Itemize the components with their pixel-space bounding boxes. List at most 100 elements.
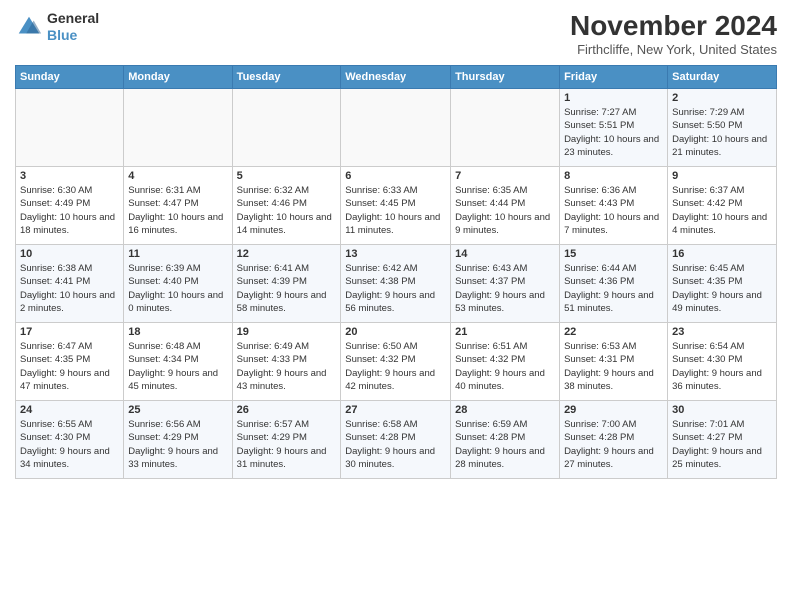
calendar-cell: 29Sunrise: 7:00 AM Sunset: 4:28 PM Dayli… xyxy=(560,401,668,479)
day-number: 16 xyxy=(672,248,772,260)
calendar-cell: 6 Sunrise: 6:33 AM Sunset: 4:45 PM Daylig… xyxy=(341,167,451,245)
calendar-cell: 9 Sunrise: 6:37 AM Sunset: 4:42 PM Daylig… xyxy=(668,167,777,245)
day-info: Sunrise: 6:42 AM Sunset: 4:38 PM Dayligh… xyxy=(345,262,446,315)
day-number: 11 xyxy=(128,248,227,260)
calendar-header-row: SundayMondayTuesdayWednesdayThursdayFrid… xyxy=(16,66,777,89)
day-info: Sunrise: 6:39 AM Sunset: 4:40 PM Dayligh… xyxy=(128,262,227,315)
day-number: 21 xyxy=(455,326,555,338)
calendar-cell: 8 Sunrise: 6:36 AM Sunset: 4:43 PM Daylig… xyxy=(560,167,668,245)
day-info: Sunrise: 6:56 AM Sunset: 4:29 PM Dayligh… xyxy=(128,418,227,471)
day-info: Sunrise: 6:54 AM Sunset: 4:30 PM Dayligh… xyxy=(672,340,772,393)
day-number: 28 xyxy=(455,404,555,416)
day-number: 18 xyxy=(128,326,227,338)
month-title: November 2024 xyxy=(570,10,777,42)
day-info: Sunrise: 6:35 AM Sunset: 4:44 PM Dayligh… xyxy=(455,184,555,237)
day-number: 10 xyxy=(20,248,119,260)
day-info: Sunrise: 6:57 AM Sunset: 4:29 PM Dayligh… xyxy=(237,418,337,471)
calendar-cell: 30Sunrise: 7:01 AM Sunset: 4:27 PM Dayli… xyxy=(668,401,777,479)
calendar-week-4: 17Sunrise: 6:47 AM Sunset: 4:35 PM Dayli… xyxy=(16,323,777,401)
calendar-header-sunday: Sunday xyxy=(16,66,124,89)
calendar-cell: 27 Sunrise: 6:58 AM Sunset: 4:28 PM Dayli… xyxy=(341,401,451,479)
calendar-header-wednesday: Wednesday xyxy=(341,66,451,89)
day-info: Sunrise: 6:37 AM Sunset: 4:42 PM Dayligh… xyxy=(672,184,772,237)
logo-line2: Blue xyxy=(47,27,77,43)
calendar-header-friday: Friday xyxy=(560,66,668,89)
day-number: 3 xyxy=(20,170,119,182)
day-number: 9 xyxy=(672,170,772,182)
day-info: Sunrise: 6:36 AM Sunset: 4:43 PM Dayligh… xyxy=(564,184,663,237)
calendar-cell: 14Sunrise: 6:43 AM Sunset: 4:37 PM Dayli… xyxy=(451,245,560,323)
calendar-header-thursday: Thursday xyxy=(451,66,560,89)
calendar-cell: 25 Sunrise: 6:56 AM Sunset: 4:29 PM Dayli… xyxy=(124,401,232,479)
day-number: 8 xyxy=(564,170,663,182)
calendar-cell: 20 Sunrise: 6:50 AM Sunset: 4:32 PM Dayli… xyxy=(341,323,451,401)
calendar-cell: 21 Sunrise: 6:51 AM Sunset: 4:32 PM Dayli… xyxy=(451,323,560,401)
calendar-week-2: 3Sunrise: 6:30 AM Sunset: 4:49 PM Daylig… xyxy=(16,167,777,245)
calendar-cell: 24 Sunrise: 6:55 AM Sunset: 4:30 PM Dayli… xyxy=(16,401,124,479)
day-info: Sunrise: 6:55 AM Sunset: 4:30 PM Dayligh… xyxy=(20,418,119,471)
calendar-cell: 18Sunrise: 6:48 AM Sunset: 4:34 PM Dayli… xyxy=(124,323,232,401)
page: General Blue November 2024 Firthcliffe, … xyxy=(0,0,792,612)
calendar-cell: 23 Sunrise: 6:54 AM Sunset: 4:30 PM Dayli… xyxy=(668,323,777,401)
day-info: Sunrise: 6:33 AM Sunset: 4:45 PM Dayligh… xyxy=(345,184,446,237)
logo-icon xyxy=(15,13,43,41)
calendar-cell xyxy=(341,89,451,167)
day-number: 25 xyxy=(128,404,227,416)
calendar-cell: 19Sunrise: 6:49 AM Sunset: 4:33 PM Dayli… xyxy=(232,323,341,401)
day-info: Sunrise: 6:51 AM Sunset: 4:32 PM Dayligh… xyxy=(455,340,555,393)
day-number: 27 xyxy=(345,404,446,416)
calendar-week-1: 1 Sunrise: 7:27 AM Sunset: 5:51 PM Daylig… xyxy=(16,89,777,167)
day-number: 4 xyxy=(128,170,227,182)
calendar-cell: 16 Sunrise: 6:45 AM Sunset: 4:35 PM Dayli… xyxy=(668,245,777,323)
day-number: 17 xyxy=(20,326,119,338)
calendar-cell: 12 Sunrise: 6:41 AM Sunset: 4:39 PM Dayli… xyxy=(232,245,341,323)
calendar-cell: 28Sunrise: 6:59 AM Sunset: 4:28 PM Dayli… xyxy=(451,401,560,479)
day-info: Sunrise: 7:29 AM Sunset: 5:50 PM Dayligh… xyxy=(672,106,772,159)
calendar: SundayMondayTuesdayWednesdayThursdayFrid… xyxy=(15,65,777,479)
day-info: Sunrise: 7:00 AM Sunset: 4:28 PM Dayligh… xyxy=(564,418,663,471)
day-number: 6 xyxy=(345,170,446,182)
calendar-cell xyxy=(124,89,232,167)
day-info: Sunrise: 6:58 AM Sunset: 4:28 PM Dayligh… xyxy=(345,418,446,471)
day-info: Sunrise: 7:27 AM Sunset: 5:51 PM Dayligh… xyxy=(564,106,663,159)
day-number: 12 xyxy=(237,248,337,260)
day-info: Sunrise: 6:32 AM Sunset: 4:46 PM Dayligh… xyxy=(237,184,337,237)
day-number: 5 xyxy=(237,170,337,182)
header: General Blue November 2024 Firthcliffe, … xyxy=(15,10,777,57)
day-number: 15 xyxy=(564,248,663,260)
logo-line1: General xyxy=(47,10,99,26)
calendar-cell: 17Sunrise: 6:47 AM Sunset: 4:35 PM Dayli… xyxy=(16,323,124,401)
calendar-cell xyxy=(16,89,124,167)
calendar-header-tuesday: Tuesday xyxy=(232,66,341,89)
day-info: Sunrise: 6:38 AM Sunset: 4:41 PM Dayligh… xyxy=(20,262,119,315)
day-info: Sunrise: 7:01 AM Sunset: 4:27 PM Dayligh… xyxy=(672,418,772,471)
calendar-cell: 5 Sunrise: 6:32 AM Sunset: 4:46 PM Daylig… xyxy=(232,167,341,245)
day-number: 7 xyxy=(455,170,555,182)
day-number: 26 xyxy=(237,404,337,416)
day-info: Sunrise: 6:44 AM Sunset: 4:36 PM Dayligh… xyxy=(564,262,663,315)
calendar-cell: 4 Sunrise: 6:31 AM Sunset: 4:47 PM Daylig… xyxy=(124,167,232,245)
day-number: 1 xyxy=(564,92,663,104)
day-info: Sunrise: 6:53 AM Sunset: 4:31 PM Dayligh… xyxy=(564,340,663,393)
calendar-week-3: 10 Sunrise: 6:38 AM Sunset: 4:41 PM Dayli… xyxy=(16,245,777,323)
day-number: 2 xyxy=(672,92,772,104)
calendar-cell: 15 Sunrise: 6:44 AM Sunset: 4:36 PM Dayli… xyxy=(560,245,668,323)
day-number: 22 xyxy=(564,326,663,338)
day-number: 24 xyxy=(20,404,119,416)
calendar-cell: 10 Sunrise: 6:38 AM Sunset: 4:41 PM Dayli… xyxy=(16,245,124,323)
calendar-cell: 2 Sunrise: 7:29 AM Sunset: 5:50 PM Daylig… xyxy=(668,89,777,167)
calendar-cell: 11 Sunrise: 6:39 AM Sunset: 4:40 PM Dayli… xyxy=(124,245,232,323)
calendar-week-5: 24 Sunrise: 6:55 AM Sunset: 4:30 PM Dayli… xyxy=(16,401,777,479)
day-info: Sunrise: 6:50 AM Sunset: 4:32 PM Dayligh… xyxy=(345,340,446,393)
logo-text: General Blue xyxy=(47,10,99,44)
calendar-cell: 7 Sunrise: 6:35 AM Sunset: 4:44 PM Daylig… xyxy=(451,167,560,245)
day-info: Sunrise: 6:31 AM Sunset: 4:47 PM Dayligh… xyxy=(128,184,227,237)
day-number: 13 xyxy=(345,248,446,260)
day-info: Sunrise: 6:41 AM Sunset: 4:39 PM Dayligh… xyxy=(237,262,337,315)
location: Firthcliffe, New York, United States xyxy=(570,42,777,57)
day-info: Sunrise: 6:43 AM Sunset: 4:37 PM Dayligh… xyxy=(455,262,555,315)
day-number: 23 xyxy=(672,326,772,338)
day-info: Sunrise: 6:45 AM Sunset: 4:35 PM Dayligh… xyxy=(672,262,772,315)
day-number: 20 xyxy=(345,326,446,338)
calendar-cell: 22 Sunrise: 6:53 AM Sunset: 4:31 PM Dayli… xyxy=(560,323,668,401)
